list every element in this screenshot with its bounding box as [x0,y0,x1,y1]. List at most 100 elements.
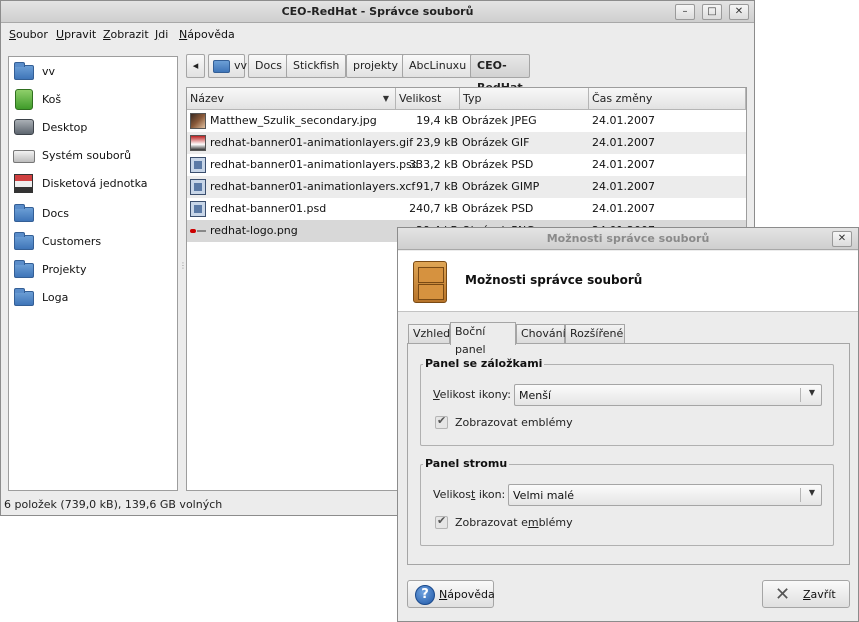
sidebar-item-filesystem[interactable]: Systém souborů [13,144,173,168]
help-button[interactable]: ? Nápověda [407,580,495,608]
preferences-dialog: Možnosti správce souborů ✕ Možnosti sprá… [397,227,859,622]
menu-jdi[interactable]: Jdi [155,28,168,41]
tree-icon-size-select[interactable]: Velmi malé ▼ [508,484,822,506]
file-name: redhat-logo.png [210,224,298,237]
tree-icon-size-label: Velikost ikon: [433,488,506,501]
column-header-label: Název [190,92,225,105]
sidebar-item-desktop[interactable]: Desktop [13,116,173,140]
tree-emblems-label: Zobrazovat emblémy [455,516,573,529]
trash-icon [15,89,33,110]
home-folder-icon [14,62,34,80]
file-size: 19,4 kB [416,114,458,127]
sidebar-item-label: Koš [42,93,62,106]
bookmarks-panel-group: Panel se záložkami Velikost ikony: Menší… [420,357,834,446]
chevron-down-icon: ▼ [808,488,815,497]
menu-zobrazit[interactable]: Zobrazit [103,28,149,41]
menu-napoveda[interactable]: Nápověda [179,28,235,41]
status-bar: 6 položek (739,0 kB), 139,6 GB volných [4,498,223,511]
file-row[interactable]: redhat-banner01-animationlayers.gif 23,9… [187,132,746,154]
folder-icon [14,260,34,278]
path-crumb-docs[interactable]: Docs [248,54,289,78]
file-type: Obrázek GIMP [462,180,540,193]
redhat-logo-thumbnail-icon [190,223,206,239]
tab-bocni-panel[interactable]: Boční panel [450,322,516,356]
jpeg-thumbnail-icon [190,113,206,129]
tree-emblems-checkbox[interactable]: ✔ [435,514,448,529]
sidebar-item-customers[interactable]: Customers [13,230,173,254]
checkmark-icon: ✔ [437,514,447,527]
select-separator [800,388,801,402]
image-file-icon [190,157,206,173]
file-row[interactable]: redhat-banner01.psd 240,7 kB Obrázek PSD… [187,198,746,220]
minimize-button[interactable]: – [675,4,695,20]
column-header-size[interactable]: Velikost [396,88,460,110]
sidebar-item-label: vv [42,65,56,78]
file-name: redhat-banner01-animationlayers.gif [210,136,413,149]
close-window-button[interactable]: ✕ [729,4,749,20]
main-titlebar[interactable]: CEO-RedHat - Správce souborů – □ ✕ [1,1,754,23]
path-scroll-left-button[interactable]: ◂ [186,54,205,78]
path-crumb-label: vv [234,59,248,72]
file-name: redhat-banner01-animationlayers.xcf [210,180,416,193]
places-sidebar: vv Koš Desktop Systém souborů Disketová … [8,56,178,491]
path-crumb-projekty[interactable]: projekty [346,54,406,78]
column-header-modified[interactable]: Čas změny [589,88,746,110]
dialog-close-window-button[interactable]: ✕ [832,231,852,247]
sidebar-item-loga[interactable]: Loga [13,286,173,310]
path-crumb-vv[interactable]: vv [208,54,248,78]
chevron-down-icon: ▼ [808,388,815,397]
path-crumb-abclinuxu[interactable]: AbcLinuxu [402,54,474,78]
column-header-type[interactable]: Typ [460,88,589,110]
harddisk-icon [13,150,35,163]
file-date: 24.01.2007 [592,202,655,215]
file-row[interactable]: redhat-banner01-animationlayers.xcf 91,7… [187,176,746,198]
tab-chovani[interactable]: Chování [516,324,566,344]
file-size: 91,7 kB [416,180,458,193]
sidebar-item-vv[interactable]: vv [13,60,173,84]
column-header-name[interactable]: Název ▼ [187,88,396,110]
dialog-titlebar[interactable]: Možnosti správce souborů ✕ [398,228,858,250]
pane-splitter-handle[interactable]: ⋮ [179,261,187,281]
path-crumb-stickfish[interactable]: Stickfish [286,54,347,78]
image-file-icon [190,201,206,217]
menu-soubor[interactable]: Soubor [9,28,48,41]
sidebar-item-floppy[interactable]: Disketová jednotka [13,172,173,196]
menu-upravit[interactable]: Upravit [56,28,96,41]
file-type: Obrázek PSD [462,158,534,171]
folder-icon [14,288,34,306]
sidebar-item-docs[interactable]: Docs [13,202,173,226]
main-window-title: CEO-RedHat - Správce souborů [281,5,474,18]
select-value: Velmi malé [513,489,575,502]
gif-thumbnail-icon [190,135,206,151]
menubar: Soubor Upravit Zobrazit Jdi Nápověda [1,24,754,46]
file-size: 240,7 kB [409,202,458,215]
tree-panel-group: Panel stromu Velikost ikon: Velmi malé ▼… [420,457,834,546]
sidebar-item-label: Desktop [42,121,88,134]
sidebar-tab-panel: Panel se záložkami Velikost ikony: Menší… [407,343,850,565]
sidebar-item-label: Docs [42,207,69,220]
dialog-header: Možnosti správce souborů [398,251,858,312]
tab-vzhled[interactable]: Vzhled [408,324,450,344]
file-size: 333,2 kB [409,158,458,171]
home-folder-icon [213,60,230,73]
tab-rozsirene[interactable]: Rozšířené [565,324,625,344]
file-row[interactable]: redhat-banner01-animationlayers.psd 333,… [187,154,746,176]
maximize-button[interactable]: □ [702,4,722,20]
close-icon: ✕ [775,584,791,605]
bookmarks-emblems-label: Zobrazovat emblémy [455,416,573,429]
bookmarks-emblems-checkbox[interactable]: ✔ [435,414,448,429]
image-file-icon [190,179,206,195]
sort-descending-icon: ▼ [382,94,389,103]
file-type: Obrázek JPEG [462,114,537,127]
file-type: Obrázek GIF [462,136,530,149]
file-date: 24.01.2007 [592,114,655,127]
bookmarks-icon-size-select[interactable]: Menší ▼ [514,384,822,406]
path-crumb-ceo-redhat[interactable]: CEO-RedHat [470,54,530,94]
file-date: 24.01.2007 [592,180,655,193]
sidebar-item-projekty[interactable]: Projekty [13,258,173,282]
file-row[interactable]: Matthew_Szulik_secondary.jpg 19,4 kB Obr… [187,110,746,132]
sidebar-item-trash[interactable]: Koš [13,88,173,112]
close-button[interactable]: ✕ Zavřít [762,580,850,608]
dialog-header-title: Možnosti správce souborů [465,273,643,287]
file-name: Matthew_Szulik_secondary.jpg [210,114,377,127]
